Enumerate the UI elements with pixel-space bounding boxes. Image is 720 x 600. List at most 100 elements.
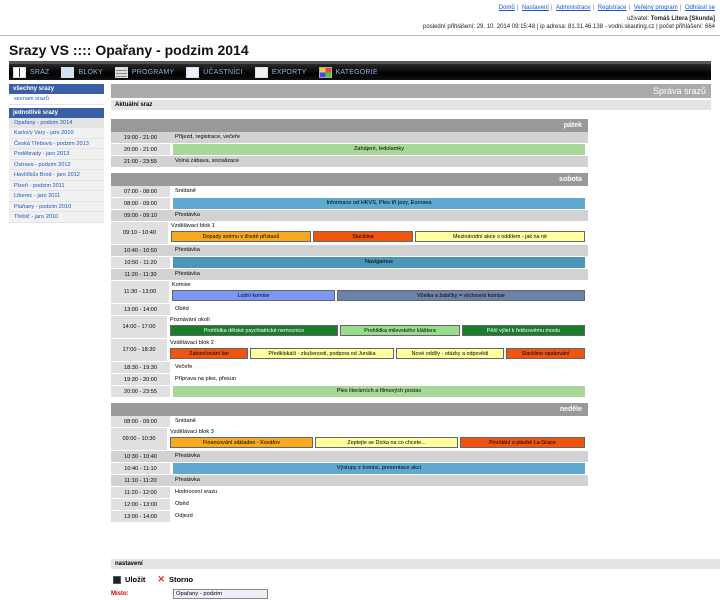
- sidebar-item-event[interactable]: Plaňany - podzim 2010: [9, 201, 104, 212]
- cancel-button[interactable]: ✕ Storno: [157, 574, 193, 585]
- time-slot: 11:20 - 11:30: [111, 269, 170, 280]
- time-slot: 13:00 - 14:00: [111, 304, 170, 315]
- sidebar-item-event[interactable]: Česká Třebová - podzim 2013: [9, 138, 104, 149]
- sidebar-all-header: všechny srazy: [9, 84, 104, 94]
- program-cell[interactable]: Předklokáči - zkušenosti, podpora od Jun…: [250, 348, 394, 359]
- program-cell[interactable]: Prohlídka dětské psychiatrické nemocnice: [170, 325, 338, 336]
- menu-bloky[interactable]: BLOKY: [61, 64, 103, 80]
- cancel-label: Storno: [168, 575, 194, 584]
- schedule-row: 20:00 - 23:55 Ples literárních a filmovýc…: [111, 386, 588, 398]
- settings-header: nastavení: [111, 559, 720, 569]
- schedule-row: 10:50 - 11:20 Navigamus: [111, 257, 588, 269]
- menu-ucastnici[interactable]: ÚČASTNÍCI: [186, 64, 243, 80]
- menu-sraz[interactable]: SRAZ: [13, 64, 49, 80]
- categories-icon: [318, 66, 332, 78]
- program-item: Přestávka: [175, 212, 200, 218]
- menu-exporty[interactable]: EXPORTY: [254, 64, 307, 80]
- menu-label: ÚČASTNÍCI: [203, 68, 243, 76]
- sidebar-item-event[interactable]: Poděbrady - jaro 2013: [9, 149, 104, 160]
- program-cell[interactable]: Pěší výlet k řetězovému mostu: [462, 325, 585, 336]
- place-input[interactable]: Opařany - podzim: [173, 589, 268, 599]
- program-cell[interactable]: Slackline: [313, 231, 413, 242]
- program-cell[interactable]: Povídání o plavbě La Grace: [460, 437, 585, 448]
- schedule-row: 09:00 - 10:30 Vzdělávací blok 3 Financován…: [111, 428, 588, 451]
- program-cell[interactable]: Včelka a žabičky = výchovná komise: [337, 290, 585, 301]
- time-slot: 08:00 - 09:00: [111, 416, 170, 427]
- program-item: Příjezd, registrace, večeře: [175, 134, 240, 140]
- save-button[interactable]: Uložit: [113, 575, 145, 584]
- menu-kategorie[interactable]: KATEGORIE: [318, 64, 378, 80]
- people-icon: [186, 66, 200, 78]
- sidebar-item-event[interactable]: Ostrava - podzim 2012: [9, 159, 104, 170]
- program-item: Přestávka: [175, 453, 200, 459]
- program-item: Snídaně: [175, 418, 196, 424]
- schedule-row: 12:00 - 13:00 Oběd: [111, 499, 588, 511]
- sidebar-item-event[interactable]: Havlíčkův Brod - jaro 2012: [9, 170, 104, 181]
- menu-label: EXPORTY: [271, 68, 307, 76]
- program-cell[interactable]: Zeptejte se Dicka na co chcete...: [315, 437, 458, 448]
- link-registration[interactable]: Registrace: [598, 5, 627, 11]
- sidebar-single-header: jednotlivé srazy: [9, 107, 104, 118]
- program-cell[interactable]: Financování základen - Kovářov: [170, 437, 313, 448]
- sidebar-item-event[interactable]: Karlovy Vary - jaro 2010: [9, 128, 104, 139]
- time-slot: 20:00 - 23:55: [111, 386, 170, 397]
- day-header: neděle: [111, 403, 588, 416]
- program-cell[interactable]: Nové oddíly - otázky a odpovědi: [396, 348, 504, 359]
- block-title: Poznávání okolí: [170, 317, 210, 323]
- block-title: Vzdělávací blok 2: [170, 340, 214, 346]
- block-title: Komise: [172, 282, 191, 288]
- sidebar-item-event[interactable]: Třebíč - jaro 2010: [9, 212, 104, 223]
- program-item: Přestávka: [175, 247, 200, 253]
- link-settings[interactable]: Nastavení: [522, 5, 549, 11]
- main-content: Správa srazů Aktuální sraz pátek 19:00 - …: [111, 84, 720, 600]
- sidebar-item-event[interactable]: Opařany - podzim 2014: [9, 117, 104, 128]
- menu-label: BLOKY: [78, 68, 103, 76]
- link-logout[interactable]: Odhlásit se: [685, 5, 715, 11]
- time-slot: 12:00 - 13:00: [111, 499, 170, 510]
- user-name: Tomáš Litera [Skunda]: [650, 16, 715, 22]
- time-slot: 17:00 - 18:30: [111, 339, 167, 361]
- header-divider: [0, 35, 720, 36]
- day-header: sobota: [111, 173, 588, 186]
- link-home[interactable]: Domů: [499, 5, 515, 11]
- schedule-row: 20:00 - 21:00 Zahájení, ledolamky: [111, 144, 588, 156]
- program-item: Příprava na ples, přesun: [175, 376, 236, 382]
- program-item[interactable]: Informace od HKVS, Ples tří jezy, Eurose…: [173, 198, 585, 209]
- sidebar: všechny srazy seznam srazů jednotlivé sr…: [9, 84, 104, 223]
- link-public-program[interactable]: Veřejný program: [634, 5, 678, 11]
- schedule-row: 21:00 - 23:55 Volná zábava, socializace: [111, 156, 588, 168]
- program-cell[interactable]: Mezinárodní akce s oddílem - jak na ně: [415, 231, 585, 242]
- schedule-row: 11:20 - 11:30 Přestávka: [111, 269, 588, 281]
- sidebar-item-event[interactable]: Plzeň - podzim 2011: [9, 180, 104, 191]
- sidebar-item-list[interactable]: seznam srazů: [9, 94, 104, 105]
- program-cell[interactable]: Lodní komise: [172, 290, 335, 301]
- time-slot: 19:30 - 20:00: [111, 374, 170, 385]
- schedule-row: 07:00 - 08:00 Snídaně: [111, 186, 588, 198]
- place-label: Místo:: [111, 591, 129, 597]
- schedule-row: 08:00 - 09:00 Informace od HKVS, Ples tří…: [111, 198, 588, 210]
- page-title: Srazy VS :::: Opařany - podzim 2014: [9, 42, 249, 58]
- program-item[interactable]: Ples literárních a filmových postav: [173, 386, 585, 397]
- program-cell[interactable]: Prohlídka milevského kláštera: [340, 325, 460, 336]
- program-cell[interactable]: Zakončování lan: [170, 348, 248, 359]
- time-slot: 08:00 - 09:00: [111, 198, 170, 209]
- time-slot: 09:00 - 10:30: [111, 428, 167, 450]
- program-item[interactable]: Výstupy z komisí, prezentace akcí: [173, 463, 585, 474]
- schedule-row: 11:10 - 11:20 Přestávka: [111, 475, 588, 487]
- schedule-row: 10:40 - 10:50 Přestávka: [111, 245, 588, 257]
- program-cell[interactable]: Dopady sněmu v životě přístavů: [171, 231, 311, 242]
- time-slot: 11:10 - 11:20: [111, 475, 170, 486]
- program-cell[interactable]: Slackline opakování: [506, 348, 585, 359]
- save-label: Uložit: [125, 575, 146, 584]
- schedule-row: 11:20 - 12:00 Hodnocení srazu: [111, 487, 588, 499]
- link-admin[interactable]: Administrace: [556, 5, 591, 11]
- program-item[interactable]: Navigamus: [173, 257, 585, 268]
- sidebar-item-event[interactable]: Liberec - jaro 2011: [9, 191, 104, 202]
- top-links: Domů | Nastavení | Administrace | Registrac…: [498, 5, 715, 11]
- schedule-row: 10:30 - 10:40 Přestávka: [111, 451, 588, 463]
- main-menu: SRAZ BLOKY PROGRAMY ÚČASTNÍCI EXPORTY KA…: [9, 61, 711, 80]
- program-item: Hodnocení srazu: [175, 489, 218, 495]
- menu-programy[interactable]: PROGRAMY: [114, 64, 174, 80]
- program-item[interactable]: Zahájení, ledolamky: [173, 144, 585, 155]
- schedule: pátek 19:00 - 21:00 Příjezd, registrace, v…: [111, 114, 588, 523]
